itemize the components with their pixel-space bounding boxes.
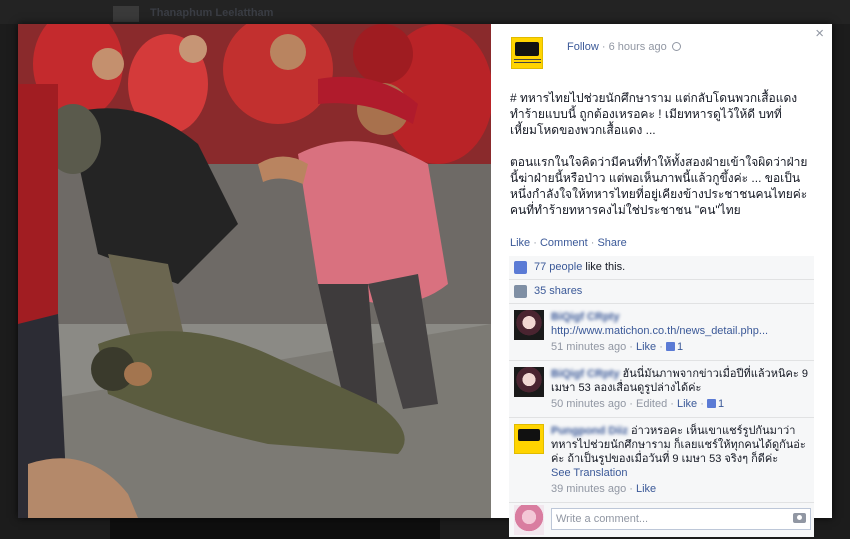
photo-stage[interactable] xyxy=(18,24,491,518)
photo-image[interactable] xyxy=(18,24,491,518)
thumbs-up-icon xyxy=(665,342,675,351)
comment-like-count[interactable]: 1 xyxy=(677,341,683,353)
thumbs-up-icon xyxy=(514,261,527,274)
share-icon xyxy=(514,285,527,298)
caption-paragraph: # ทหารไทยไปช่วยนักศึกษาราม แต่กลับโดนพวก… xyxy=(510,91,798,137)
comment-meta: 39 minutes ago · Like xyxy=(551,483,657,495)
commenter-name[interactable]: BiQigf CRpty xyxy=(551,368,619,380)
comment-timestamp[interactable]: 51 minutes ago xyxy=(551,341,626,353)
action-separator: · xyxy=(587,237,598,249)
comment-like-button[interactable]: Like xyxy=(636,483,656,495)
action-separator: · xyxy=(530,237,540,249)
comment-timestamp[interactable]: 50 minutes ago xyxy=(551,398,626,410)
likes-count-link[interactable]: 77 people xyxy=(534,261,582,273)
page-logo-text xyxy=(514,59,541,63)
post-timestamp[interactable]: 6 hours ago xyxy=(609,41,667,53)
photo-sidebar: × Follow · 6 hours ago # ทหารไทยไปช่วยนั… xyxy=(491,24,832,537)
comment-like-button[interactable]: Like xyxy=(677,398,697,410)
shares-row: 35 shares xyxy=(509,280,814,304)
comment-link[interactable]: Comment xyxy=(540,237,588,249)
current-user-avatar xyxy=(514,505,544,535)
background-feed-strip: Thanaphum Leelattham xyxy=(0,0,850,24)
caption-paragraph: ตอนแรกในใจคิดว่ามีคนที่ทำให้ทั้งสองฝ่ายเ… xyxy=(510,155,808,217)
comment-meta: 50 minutes ago · Edited · Like · 1 xyxy=(551,398,725,410)
comment-item: Pungpond Diiz อ่าวหรอคะ เห็นเขาแชร์รูปกั… xyxy=(509,418,814,503)
comment-item: BiQigf CRpty http://www.matichon.co.th/n… xyxy=(509,304,814,361)
commenter-avatar[interactable] xyxy=(514,310,544,340)
likes-row: 77 people like this. xyxy=(509,256,814,280)
close-icon[interactable]: × xyxy=(815,26,824,42)
comment-link-url[interactable]: http://www.matichon.co.th/news_detail.ph… xyxy=(551,325,768,337)
commenter-name[interactable]: Pungpond Diiz xyxy=(551,425,628,437)
follow-button[interactable]: Follow xyxy=(567,41,599,53)
comment-like-button[interactable]: Like xyxy=(636,341,656,353)
commenter-avatar[interactable] xyxy=(514,367,544,397)
background-avatar xyxy=(113,6,139,22)
meta-separator: · xyxy=(601,41,606,53)
comment-composer xyxy=(509,503,814,537)
photo-lightbox: × Follow · 6 hours ago # ทหารไทยไปช่วยนั… xyxy=(18,24,832,537)
comment-edited-label[interactable]: Edited xyxy=(636,398,667,410)
comment-timestamp[interactable]: 39 minutes ago xyxy=(551,483,626,495)
page-logo-mark xyxy=(515,42,539,56)
background-dim-area xyxy=(110,518,440,539)
comment-like-count[interactable]: 1 xyxy=(718,398,724,410)
post-meta: Follow · 6 hours ago xyxy=(567,41,681,53)
post-caption: # ทหารไทยไปช่วยนักศึกษาราม แต่กลับโดนพวก… xyxy=(510,90,815,234)
like-link[interactable]: Like xyxy=(510,237,530,249)
thumbs-up-icon xyxy=(706,399,716,408)
post-actions: Like · Comment · Share xyxy=(510,237,627,249)
share-link[interactable]: Share xyxy=(597,237,626,249)
background-author-name: Thanaphum Leelattham xyxy=(150,7,274,19)
commenter-avatar[interactable] xyxy=(514,424,544,454)
commenter-name[interactable]: BiQigf CRpty xyxy=(551,311,619,323)
comment-input[interactable] xyxy=(551,508,811,530)
likes-suffix: like this. xyxy=(582,261,626,273)
comment-item: BiQigf CRpty ฮันนี่มันภาพจากข่าวเมื่อปีท… xyxy=(509,361,814,418)
see-translation-link[interactable]: See Translation xyxy=(551,466,808,480)
camera-icon[interactable] xyxy=(793,513,806,523)
feedback-panel: 77 people like this. 35 shares BiQigf CR… xyxy=(509,256,814,537)
page-avatar[interactable] xyxy=(511,37,543,69)
shares-count-link[interactable]: 35 shares xyxy=(534,285,582,297)
globe-icon xyxy=(671,42,681,51)
comment-meta: 51 minutes ago · Like · 1 xyxy=(551,341,684,353)
